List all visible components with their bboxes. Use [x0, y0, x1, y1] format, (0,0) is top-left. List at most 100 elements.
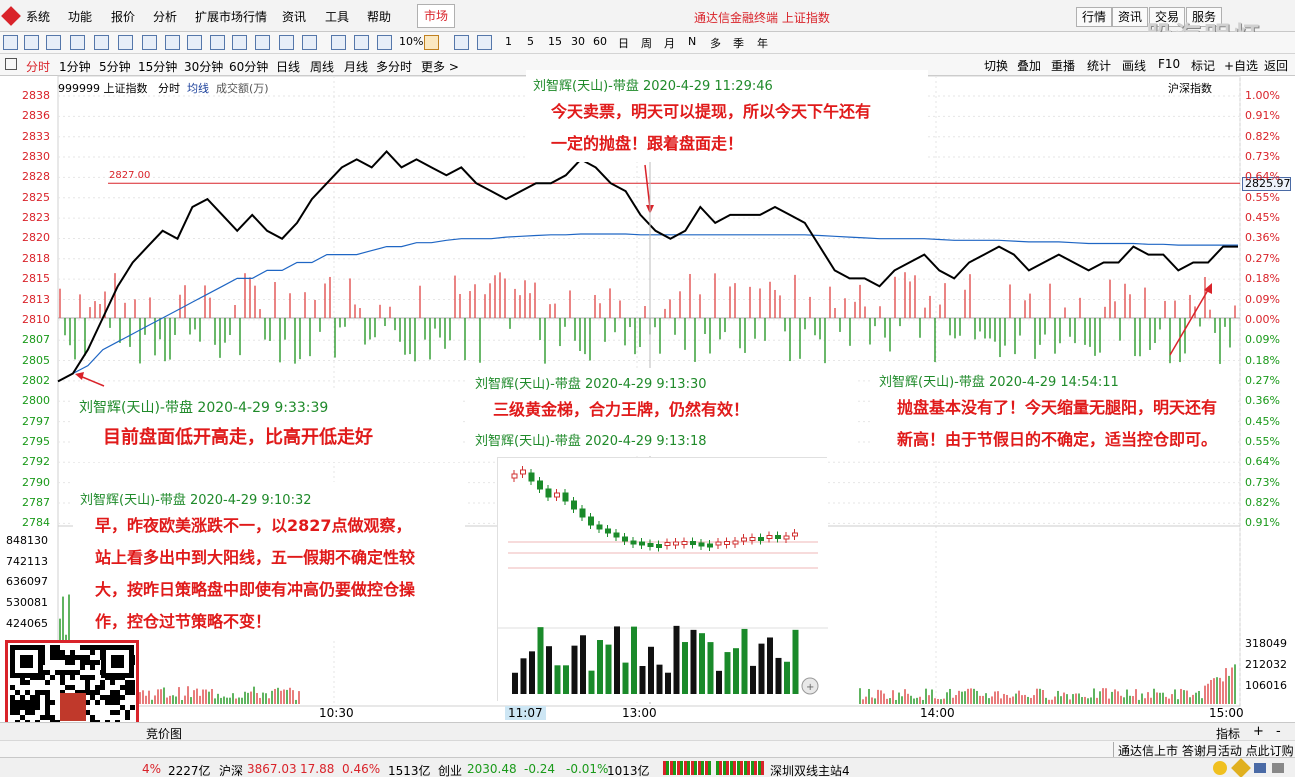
note-line: 一定的抛盘！跟着盘面走！	[551, 134, 744, 153]
thumb-candle	[630, 540, 637, 545]
note-body: 早，昨夜欧美涨跌不一，以2827点做观察， 站上看多出中到大阳线，五一假期不确定…	[95, 510, 463, 638]
qr-module	[85, 680, 90, 685]
thumb-candle	[537, 480, 543, 490]
qr-module	[20, 695, 25, 700]
thumb-candle	[639, 541, 645, 546]
pct-tick-label: 0.73%	[1245, 475, 1280, 489]
qr-module	[45, 690, 50, 695]
thumb-candle	[698, 542, 705, 547]
volume-tick-label: 742113	[6, 554, 48, 568]
thumb-volume-bar	[707, 642, 714, 694]
time-label: 13:00	[622, 706, 657, 720]
qr-module	[80, 645, 85, 650]
thumb-volume-bar	[656, 664, 663, 694]
pct-tick-label: 0.73%	[1245, 150, 1280, 164]
thumb-candle	[724, 541, 730, 545]
thumb-volume-bar	[733, 648, 739, 694]
thumbnail-kline-image: +	[498, 458, 828, 702]
qr-module	[60, 670, 65, 675]
thumb-volume-bar	[758, 643, 765, 694]
qr-module	[85, 655, 90, 660]
price-tick-label: 2823	[22, 211, 50, 225]
thumb-candle	[605, 528, 611, 534]
note-header: 刘智辉(天山)-带盘 2020-4-29 9:33:39	[79, 400, 329, 416]
qr-module	[40, 690, 45, 695]
price-tick-label: 2818	[22, 251, 50, 265]
price-tick-label: 2784	[22, 516, 50, 530]
qr-module	[15, 700, 20, 705]
alert-icon[interactable]	[1231, 758, 1251, 777]
qr-module	[115, 700, 120, 705]
qr-module	[130, 685, 135, 690]
qr-module	[55, 655, 60, 660]
note-box: 刘智辉(天山)-带盘 2020-4-29 14:54:11 抛盘基本没有了！今天…	[872, 366, 1238, 458]
thumb-candle	[647, 543, 654, 547]
qr-module	[130, 690, 135, 695]
pct-tick-label: 0.45%	[1245, 211, 1280, 225]
qr-module	[35, 705, 40, 710]
price-tick-label: 2805	[22, 353, 50, 367]
qr-module	[80, 665, 85, 670]
price-tick-label: 2787	[22, 496, 50, 509]
hs-index-pct: 0.46%	[342, 762, 381, 776]
hs-index-change: 17.88	[300, 762, 335, 776]
lock-icon[interactable]	[1272, 763, 1284, 773]
cy-index-name[interactable]: 创业	[438, 762, 462, 777]
embedded-chart-thumbnail[interactable]: +	[497, 457, 828, 702]
qr-module	[50, 700, 55, 705]
volume-tick-label: 530081	[6, 596, 48, 610]
notification-icon[interactable]	[1213, 761, 1227, 775]
thumb-candle	[783, 535, 790, 540]
svg-text:+: +	[806, 682, 814, 693]
qr-module	[110, 695, 115, 700]
qr-module	[45, 680, 50, 685]
qr-module	[120, 685, 125, 690]
price-tick-label: 2820	[22, 231, 50, 245]
message-icon[interactable]	[1254, 763, 1266, 773]
qr-module	[100, 680, 105, 685]
thumb-candle	[562, 492, 569, 502]
scroll-banner: 通达信上市 答谢月活动 点此订购	[0, 740, 1295, 759]
qr-module	[45, 695, 50, 700]
qr-module	[45, 715, 50, 720]
note-line: 三级黄金梯，合力王牌，仍然有效！	[493, 400, 750, 419]
qr-module	[40, 715, 45, 720]
price-tick-label: 2807	[22, 333, 50, 347]
thumb-volume-bar	[682, 642, 688, 694]
zoom-out-button[interactable]: -	[1276, 724, 1281, 739]
qr-module	[10, 705, 15, 710]
thumb-volume-bar	[512, 672, 518, 694]
qr-module	[70, 685, 75, 690]
price-tick-label: 2836	[22, 109, 50, 123]
thumb-volume-bar	[665, 672, 671, 694]
qr-module	[65, 660, 70, 665]
thumb-volume-bar	[741, 628, 748, 694]
volume-tick-label: 106016	[1245, 679, 1287, 692]
server-name[interactable]: 深圳双线主站4	[770, 762, 850, 777]
thumb-candle	[732, 540, 739, 545]
price-tick-label: 2792	[22, 455, 50, 469]
volume-tick-label: 636097	[6, 575, 48, 589]
cy-index-pct: -0.01%	[566, 762, 609, 776]
price-tick-label: 2813	[22, 292, 50, 306]
qr-module	[35, 690, 40, 695]
pct-tick-label: 0.36%	[1245, 231, 1280, 245]
price-tick-label: 2797	[22, 414, 50, 428]
market-label: 沪深指数	[1168, 82, 1212, 95]
qr-module	[25, 690, 30, 695]
thumb-volume-bar	[639, 665, 646, 694]
pct-tick-label: 0.09%	[1245, 292, 1280, 306]
thumb-candle	[613, 532, 620, 538]
hs-index-name[interactable]: 沪深	[219, 762, 243, 777]
volume-tick-label: 318049	[1245, 637, 1287, 650]
qr-module	[65, 655, 70, 660]
qr-module	[90, 645, 95, 650]
thumb-volume-bar	[580, 635, 586, 694]
thumb-candle	[596, 524, 603, 530]
time-label: 14:00	[920, 706, 955, 720]
zoom-in-button[interactable]: +	[1253, 724, 1264, 739]
qr-module	[90, 695, 95, 700]
thumb-candle	[528, 472, 535, 482]
note-body: 三级黄金梯，合力王牌，仍然有效！	[493, 394, 853, 426]
qr-module	[110, 690, 115, 695]
